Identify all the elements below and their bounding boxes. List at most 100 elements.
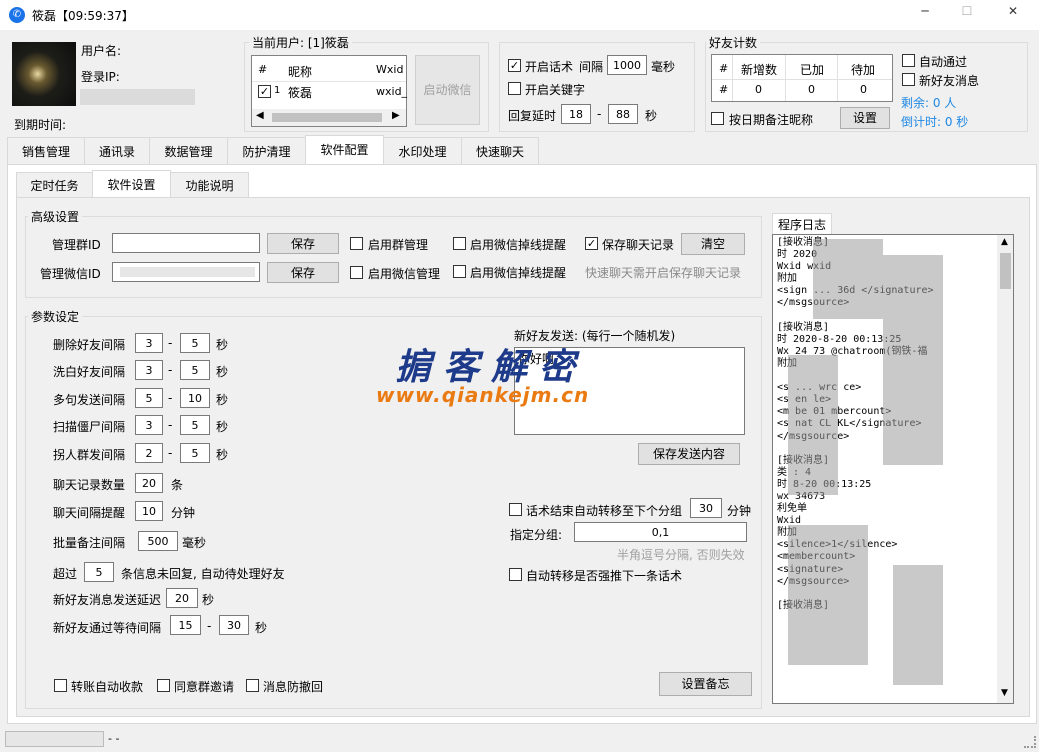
resize-grip-icon[interactable]	[1024, 736, 1036, 748]
agree-group-checkbox[interactable]	[157, 679, 170, 692]
param-max-input[interactable]	[180, 360, 210, 380]
param-label: 洗白好友间隔	[53, 365, 126, 379]
minimize-button[interactable]: ─	[905, 4, 945, 18]
save-send-button[interactable]: 保存发送内容	[638, 443, 740, 465]
clear-button[interactable]: 清空	[681, 233, 745, 255]
anti-recall-label: 消息防撤回	[263, 680, 324, 694]
admin-group-input[interactable]	[112, 233, 260, 253]
offline-remind-1-checkbox[interactable]	[453, 237, 466, 250]
tab-quick-chat[interactable]: 快速聊天	[461, 137, 539, 165]
force-next-checkbox[interactable]	[509, 568, 522, 581]
tab-data[interactable]: 数据管理	[149, 137, 228, 165]
chat-count-unit: 条	[171, 478, 184, 492]
scroll-thumb[interactable]	[1000, 253, 1011, 289]
log-blur-5	[893, 565, 943, 685]
log-box[interactable]: [接收消息]时 2020Wxid wxid附加<sign ... 36d </s…	[772, 234, 1014, 704]
anti-recall-checkbox[interactable]	[246, 679, 259, 692]
param-max-input[interactable]	[180, 415, 210, 435]
param-min-input[interactable]	[135, 388, 163, 408]
title-bar: ✆ 筱磊【09:59:37】 ─ ☐ ✕	[0, 0, 1039, 30]
auto-pass-checkbox[interactable]	[902, 54, 915, 67]
batch-remark-input[interactable]	[138, 531, 178, 551]
delay-min-input[interactable]	[561, 104, 591, 124]
auto-move-input[interactable]	[690, 498, 722, 518]
param-max-input[interactable]	[180, 388, 210, 408]
tab-instructions[interactable]: 功能说明	[170, 172, 249, 198]
avatar	[12, 42, 76, 106]
exceed-input[interactable]	[84, 562, 114, 582]
backup-button[interactable]: 设置备忘	[659, 672, 752, 696]
new-delay-label: 新好友消息发送延迟	[53, 593, 162, 607]
close-button[interactable]: ✕	[993, 4, 1033, 18]
fc-cell-new: 0	[755, 83, 762, 96]
save-chat-checkbox[interactable]: ✓	[585, 237, 598, 250]
param-max-input[interactable]	[180, 333, 210, 353]
param-min-input[interactable]	[135, 443, 163, 463]
offline-remind-2-checkbox[interactable]	[453, 265, 466, 278]
admin-wx-label: 管理微信ID	[40, 267, 101, 281]
account-table[interactable]: # 昵称 Wxid ✓ 1 筱磊 wxid_ ◀ ▶	[251, 55, 407, 127]
batch-remark-label: 批量备注间隔	[53, 536, 126, 550]
tab-sales[interactable]: 销售管理	[7, 137, 85, 165]
new-delay-input[interactable]	[166, 588, 198, 608]
param-dash: -	[168, 446, 173, 460]
enable-talk-checkbox[interactable]: ✓	[508, 59, 521, 72]
params-title: 参数设定	[28, 308, 83, 325]
log-tab[interactable]: 程序日志	[772, 213, 832, 235]
exceed-prefix: 超过	[53, 567, 78, 581]
tab-software-config[interactable]: 软件配置	[305, 135, 384, 165]
new-friend-msg-checkbox[interactable]	[902, 73, 915, 86]
delay-max-input[interactable]	[608, 104, 638, 124]
username-label: 用户名:	[81, 44, 122, 58]
table-hscrollbar[interactable]: ◀ ▶	[252, 109, 406, 126]
chat-count-input[interactable]	[135, 473, 163, 493]
transfer-checkbox[interactable]	[54, 679, 67, 692]
setup-button[interactable]: 设置	[840, 107, 890, 129]
group-hint: 半角逗号分隔, 否则失效	[617, 548, 745, 562]
transfer-label: 转账自动收款	[71, 680, 144, 694]
wx-mgmt-checkbox[interactable]	[350, 266, 363, 279]
chat-interval-input[interactable]	[135, 501, 163, 521]
tab-contacts[interactable]: 通讯录	[84, 137, 150, 165]
fc-header-added: 已加	[800, 63, 825, 77]
account-row-checkbox[interactable]: ✓	[258, 85, 271, 98]
tab-software-settings[interactable]: 软件设置	[92, 170, 171, 198]
tab-protection[interactable]: 防护清理	[227, 137, 306, 165]
group-label: 指定分组:	[510, 528, 563, 542]
friend-count-title: 好友计数	[706, 34, 761, 51]
param-min-input[interactable]	[135, 415, 163, 435]
new-wait-dash: -	[207, 619, 212, 633]
tab-watermark[interactable]: 水印处理	[383, 137, 462, 165]
save-admin-group-button[interactable]: 保存	[267, 233, 339, 254]
scroll-down-icon[interactable]: ▼	[1001, 688, 1008, 698]
expire-label: 到期时间:	[14, 118, 67, 132]
new-wait-min-input[interactable]	[170, 615, 201, 635]
advanced-title: 高级设置	[28, 208, 83, 225]
scroll-right-icon[interactable]: ▶	[392, 110, 400, 121]
tab-scheduled[interactable]: 定时任务	[16, 172, 93, 198]
fc-cell-num: #	[719, 83, 729, 96]
sec-unit: 秒	[645, 109, 658, 123]
date-remark-checkbox[interactable]	[711, 112, 724, 125]
status-text: - -	[108, 732, 120, 745]
log-blur-3	[788, 355, 838, 495]
param-max-input[interactable]	[180, 443, 210, 463]
param-min-input[interactable]	[135, 333, 163, 353]
fc-header-num: #	[719, 62, 729, 75]
keyword-checkbox[interactable]	[508, 82, 521, 95]
auto-move-checkbox[interactable]	[509, 503, 522, 516]
main-tabbar: 销售管理 通讯录 数据管理 防护清理 软件配置 水印处理 快速聊天	[7, 135, 1037, 165]
save-admin-wx-button[interactable]: 保存	[267, 262, 339, 283]
scroll-up-icon[interactable]: ▲	[1001, 237, 1008, 247]
talk-interval-input[interactable]	[607, 55, 647, 75]
param-min-input[interactable]	[135, 360, 163, 380]
group-input[interactable]	[574, 522, 747, 542]
new-wait-max-input[interactable]	[219, 615, 249, 635]
scroll-left-icon[interactable]: ◀	[256, 110, 264, 121]
param-label: 拐人群发间隔	[53, 448, 126, 462]
admin-group-label: 管理群ID	[52, 238, 101, 252]
group-mgmt-checkbox[interactable]	[350, 237, 363, 250]
maximize-button[interactable]: ☐	[947, 4, 987, 18]
start-wechat-button[interactable]: 启动微信	[415, 55, 480, 125]
log-scrollbar[interactable]: ▲ ▼	[997, 235, 1013, 703]
